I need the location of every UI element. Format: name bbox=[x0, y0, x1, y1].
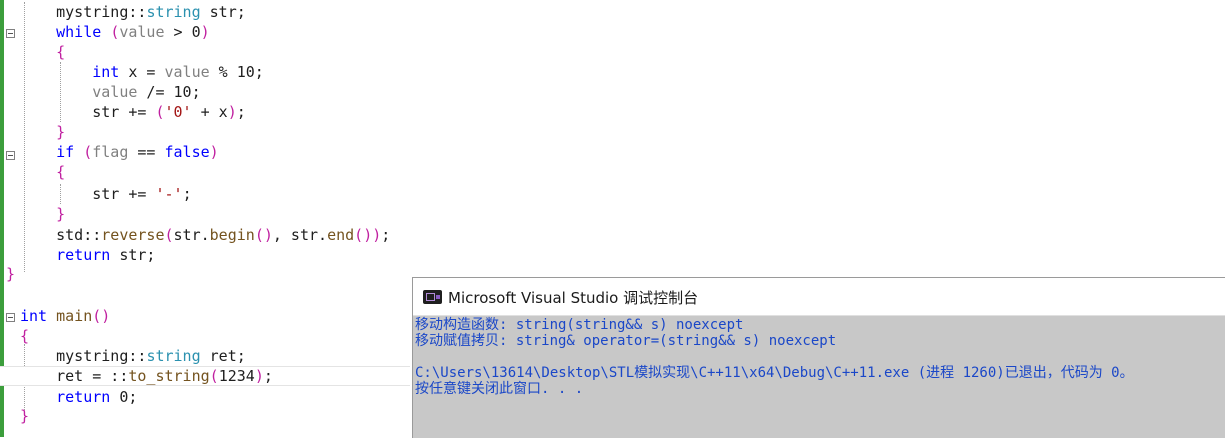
console-output-line: 移动构造函数: string(string&& s) noexcept bbox=[415, 317, 744, 333]
code-text: int x = value % 10; bbox=[92, 63, 264, 81]
code-text: mystring::string ret; bbox=[20, 347, 246, 365]
code-text: { bbox=[56, 163, 66, 181]
code-text: { bbox=[20, 327, 30, 345]
current-code-line: ret = ::to_string(1234); bbox=[0, 366, 410, 386]
console-titlebar[interactable]: Microsoft Visual Studio 调试控制台 bbox=[413, 278, 1225, 316]
console-output-line: 移动赋值拷贝: string& operator=(string&& s) no… bbox=[415, 333, 837, 349]
code-text: { bbox=[56, 43, 66, 61]
fold-toggle-icon[interactable] bbox=[6, 313, 15, 322]
fold-toggle-icon[interactable] bbox=[6, 29, 15, 38]
code-text: int main() bbox=[20, 307, 111, 325]
console-output-line: 按任意键关闭此窗口. . . bbox=[415, 381, 584, 397]
code-text: while (value > 0) bbox=[56, 23, 210, 41]
fold-toggle-icon[interactable] bbox=[6, 151, 15, 160]
code-text: mystring::string str; bbox=[20, 3, 246, 21]
code-text: if (flag == false) bbox=[56, 143, 219, 161]
code-text: str += '-'; bbox=[20, 185, 192, 203]
code-text: ret = ::to_string(1234); bbox=[20, 367, 273, 385]
visual-studio-console-icon bbox=[423, 290, 442, 304]
code-text: return 0; bbox=[56, 388, 138, 406]
code-text: return str; bbox=[56, 246, 156, 264]
code-text: } bbox=[56, 205, 66, 223]
code-text: value /= 10; bbox=[92, 83, 201, 101]
console-output-line: C:\Users\13614\Desktop\STL模拟实现\C++11\x64… bbox=[415, 365, 1134, 381]
code-text: } bbox=[56, 123, 66, 141]
debug-console-window[interactable]: Microsoft Visual Studio 调试控制台 移动构造函数: st… bbox=[412, 277, 1225, 438]
console-title: Microsoft Visual Studio 调试控制台 bbox=[448, 289, 699, 307]
code-text: str += ('0' + x); bbox=[20, 103, 246, 121]
code-text: } bbox=[20, 407, 30, 425]
code-text: } bbox=[6, 265, 16, 283]
code-text: std::reverse(str.begin(), str.end()); bbox=[20, 226, 391, 244]
